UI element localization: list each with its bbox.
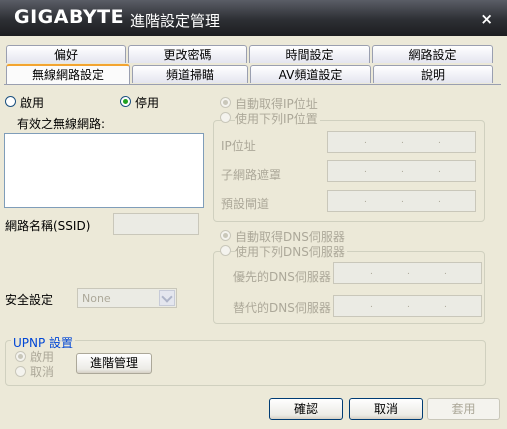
enable-label: 啟用 <box>20 96 45 110</box>
cancel-button[interactable]: 取消 <box>349 398 423 420</box>
tab-time-settings[interactable]: 時間設定 <box>249 45 370 63</box>
ok-button[interactable]: 確認 <box>269 398 343 420</box>
upnp-enable-radio[interactable] <box>15 351 26 362</box>
tab-change-password[interactable]: 更改密碼 <box>128 45 247 63</box>
gateway-label: 預設閘道 <box>221 197 270 211</box>
window-title: 進階設定管理 <box>130 12 221 30</box>
upnp-cancel-label: 取消 <box>30 365 55 379</box>
dns-manual-radio[interactable] <box>220 245 231 256</box>
security-select[interactable]: None <box>77 288 177 308</box>
tab-panel-border <box>4 84 501 85</box>
ssid-label: 網路名稱(SSID) <box>5 219 91 233</box>
gateway-field[interactable]: ... <box>327 190 476 212</box>
tab-wireless-settings[interactable]: 無線網路設定 <box>6 64 130 85</box>
advanced-management-button[interactable]: 進階管理 <box>76 353 152 374</box>
ssid-input[interactable] <box>113 213 199 235</box>
alternate-dns-field[interactable]: ... <box>333 295 482 317</box>
disable-label: 停用 <box>135 96 160 110</box>
networks-label: 有效之無線網路: <box>17 117 106 131</box>
ip-address-field[interactable]: ... <box>327 131 476 153</box>
tab-channel-scan[interactable]: 頻道掃瞄 <box>132 65 248 83</box>
brand-logo: GIGABYTE <box>14 6 125 28</box>
ip-auto-radio[interactable] <box>220 97 231 108</box>
title-bar[interactable]: GIGABYTE 進階設定管理 × <box>0 0 507 36</box>
enable-radio[interactable] <box>5 96 16 107</box>
security-label: 安全設定 <box>5 293 54 307</box>
tab-av-channel[interactable]: AV頻道設定 <box>250 65 371 83</box>
disable-radio[interactable] <box>120 96 131 107</box>
tab-preferences[interactable]: 偏好 <box>6 45 126 63</box>
close-icon[interactable]: × <box>480 12 493 27</box>
preferred-dns-label: 優先的DNS伺服器 <box>233 270 331 284</box>
dns-auto-radio[interactable] <box>220 230 231 241</box>
chevron-down-icon[interactable] <box>159 290 175 306</box>
upnp-cancel-radio[interactable] <box>15 366 26 377</box>
tab-network-settings[interactable]: 網路設定 <box>372 45 493 63</box>
ip-address-label: IP位址 <box>221 139 256 153</box>
preferred-dns-field[interactable]: ... <box>333 262 482 284</box>
subnet-mask-field[interactable]: ... <box>327 160 476 182</box>
dns-manual-label: 使用下列DNS伺服器 <box>235 243 347 260</box>
apply-button[interactable]: 套用 <box>427 398 500 420</box>
alternate-dns-label: 替代的DNS伺服器 <box>233 301 331 315</box>
security-select-value: None <box>82 292 111 305</box>
subnet-mask-label: 子網路遮罩 <box>221 168 282 182</box>
tab-help[interactable]: 說明 <box>373 65 493 83</box>
ip-manual-label: 使用下列IP位置 <box>235 110 320 127</box>
networks-listbox[interactable] <box>4 133 204 208</box>
ip-manual-radio[interactable] <box>220 112 231 123</box>
